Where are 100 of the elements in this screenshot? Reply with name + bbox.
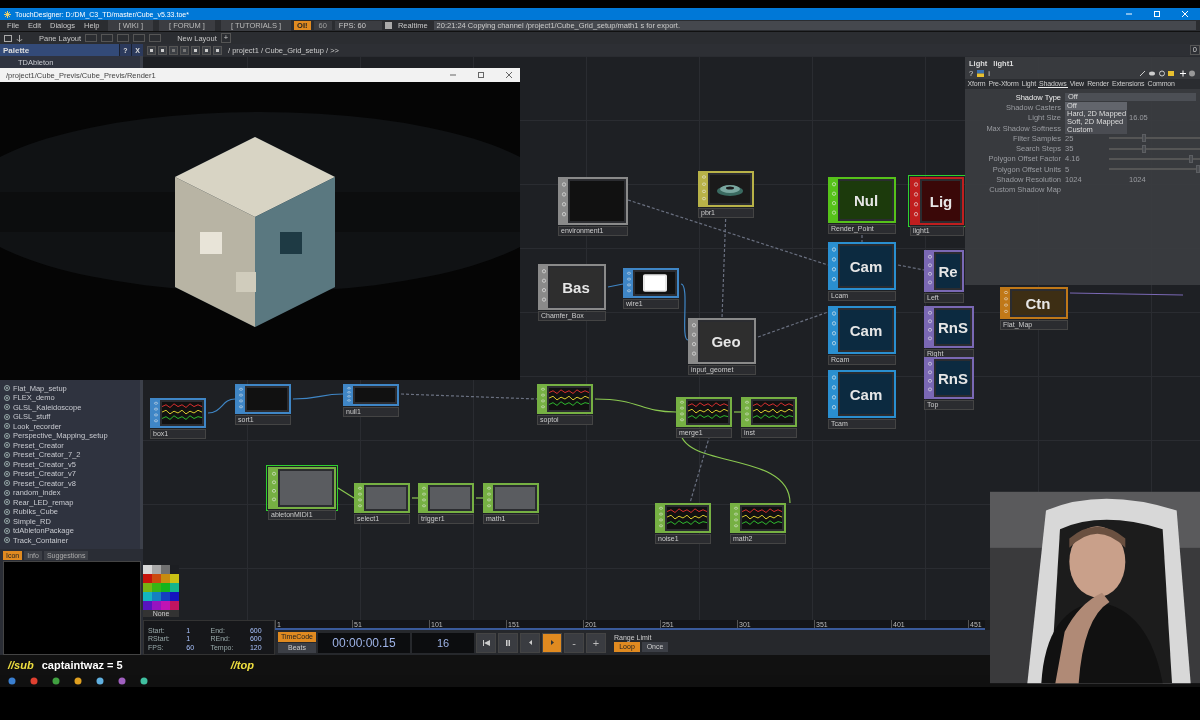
- color-swatch[interactable]: [161, 574, 170, 583]
- operator-node[interactable]: [148, 396, 208, 430]
- layout-preset-icon[interactable]: [101, 34, 114, 42]
- node-flags-icon[interactable]: [560, 179, 568, 223]
- operator-node[interactable]: [416, 481, 476, 515]
- transport-button[interactable]: +: [586, 632, 606, 653]
- node-flags-icon[interactable]: [912, 179, 920, 223]
- overlay-tag: //sub: [8, 659, 34, 671]
- taskbar-app-icon[interactable]: [52, 677, 60, 685]
- node-flags-icon[interactable]: [657, 505, 665, 531]
- node-flags-icon[interactable]: [237, 386, 245, 412]
- layout-preset-icon[interactable]: [117, 34, 130, 42]
- node-flags-icon[interactable]: [926, 359, 934, 397]
- color-swatch[interactable]: [143, 574, 152, 583]
- color-swatch[interactable]: [170, 601, 179, 610]
- toolbar-icons-drawing[interactable]: [1140, 70, 1196, 77]
- color-swatch[interactable]: [143, 565, 152, 574]
- node-flags-icon[interactable]: [743, 399, 751, 425]
- operator-node[interactable]: [266, 465, 338, 511]
- transport-button[interactable]: [476, 632, 496, 653]
- node-flags-icon[interactable]: [830, 372, 838, 416]
- color-swatch[interactable]: [161, 583, 170, 592]
- node-flags-icon[interactable]: [540, 266, 548, 308]
- taskbar-app-icon[interactable]: [74, 677, 82, 685]
- taskbar-app-icon[interactable]: [30, 677, 38, 685]
- operator-node[interactable]: Re: [922, 248, 966, 294]
- color-swatch[interactable]: [161, 592, 170, 601]
- operator-node[interactable]: Lig: [908, 175, 966, 227]
- operator-node[interactable]: Ctn: [998, 285, 1070, 321]
- node-flags-icon[interactable]: [926, 252, 934, 290]
- operator-node[interactable]: [674, 395, 734, 429]
- operator-node[interactable]: [233, 382, 293, 416]
- node-flags-icon[interactable]: [732, 505, 740, 531]
- operator-node[interactable]: [728, 501, 788, 535]
- operator-node[interactable]: [653, 501, 713, 535]
- node-flags-icon[interactable]: [830, 244, 838, 288]
- transport-button[interactable]: -: [564, 632, 584, 653]
- node-title: Cam: [849, 257, 883, 275]
- close-icon[interactable]: [506, 72, 512, 78]
- node-flags-icon[interactable]: [625, 270, 633, 296]
- node-flags-icon[interactable]: [152, 400, 160, 426]
- transport-button[interactable]: [542, 632, 562, 653]
- operator-node[interactable]: [535, 382, 595, 416]
- color-swatch[interactable]: [170, 583, 179, 592]
- node-flags-icon[interactable]: [345, 386, 353, 404]
- operator-node[interactable]: Geo: [686, 316, 758, 366]
- play-icon: [550, 640, 554, 645]
- python-icon[interactable]: [977, 70, 985, 77]
- frame-display[interactable]: 16: [412, 632, 474, 653]
- node-flags-icon[interactable]: [830, 308, 838, 352]
- operator-node[interactable]: Cam: [826, 368, 898, 420]
- node-flags-icon[interactable]: [485, 485, 493, 511]
- operator-node[interactable]: [556, 175, 630, 227]
- operator-node[interactable]: [621, 266, 681, 300]
- node-flags-icon[interactable]: [270, 469, 278, 507]
- operator-node[interactable]: [341, 382, 401, 408]
- color-swatch[interactable]: [152, 574, 161, 583]
- operator-node[interactable]: RnS: [922, 304, 976, 350]
- color-swatch[interactable]: [152, 592, 161, 601]
- taskbar-app-icon[interactable]: [8, 677, 16, 685]
- operator-node[interactable]: Bas: [536, 262, 608, 312]
- maximize-icon[interactable]: [478, 72, 484, 78]
- node-flags-icon[interactable]: [1002, 289, 1010, 317]
- operator-node[interactable]: Cam: [826, 304, 898, 356]
- color-swatch[interactable]: [152, 601, 161, 610]
- overlay-command: captaintwaz = 5: [41, 659, 123, 671]
- color-swatch[interactable]: [152, 583, 161, 592]
- layout-preset-icon[interactable]: [85, 34, 98, 42]
- color-swatch[interactable]: [161, 565, 170, 574]
- node-flags-icon[interactable]: [926, 308, 934, 346]
- node-flags-icon[interactable]: [420, 485, 428, 511]
- timecode-display[interactable]: 00:00:00.15: [318, 632, 410, 653]
- color-swatch[interactable]: [161, 601, 170, 610]
- pane-icon[interactable]: [4, 34, 12, 42]
- anchor-icon[interactable]: [16, 34, 23, 42]
- color-swatch[interactable]: [170, 574, 179, 583]
- operator-node[interactable]: Cam: [826, 240, 898, 292]
- node-flags-icon[interactable]: [690, 320, 698, 362]
- node-flags-icon[interactable]: [678, 399, 686, 425]
- operator-node[interactable]: [696, 169, 756, 209]
- realtime-checkbox[interactable]: [384, 22, 392, 29]
- taskbar-app-icon[interactable]: [118, 677, 126, 685]
- minimize-icon[interactable]: [450, 72, 456, 78]
- operator-node[interactable]: Nul: [826, 175, 898, 225]
- color-swatch[interactable]: [143, 592, 152, 601]
- transport-button[interactable]: [498, 632, 518, 653]
- minimize-icon[interactable]: [1126, 11, 1132, 17]
- operator-node[interactable]: [481, 481, 541, 515]
- color-swatch[interactable]: [143, 583, 152, 592]
- color-swatch[interactable]: [170, 592, 179, 601]
- node-flags-icon[interactable]: [700, 173, 708, 205]
- taskbar-app-icon[interactable]: [96, 677, 104, 685]
- operator-node[interactable]: [352, 481, 412, 515]
- node-flags-icon[interactable]: [539, 386, 547, 412]
- operator-node[interactable]: [739, 395, 799, 429]
- color-swatch[interactable]: [152, 565, 161, 574]
- node-flags-icon[interactable]: [830, 179, 838, 221]
- node-flags-icon[interactable]: [356, 485, 364, 511]
- color-swatch[interactable]: [143, 601, 152, 610]
- taskbar-app-icon[interactable]: [140, 677, 148, 685]
